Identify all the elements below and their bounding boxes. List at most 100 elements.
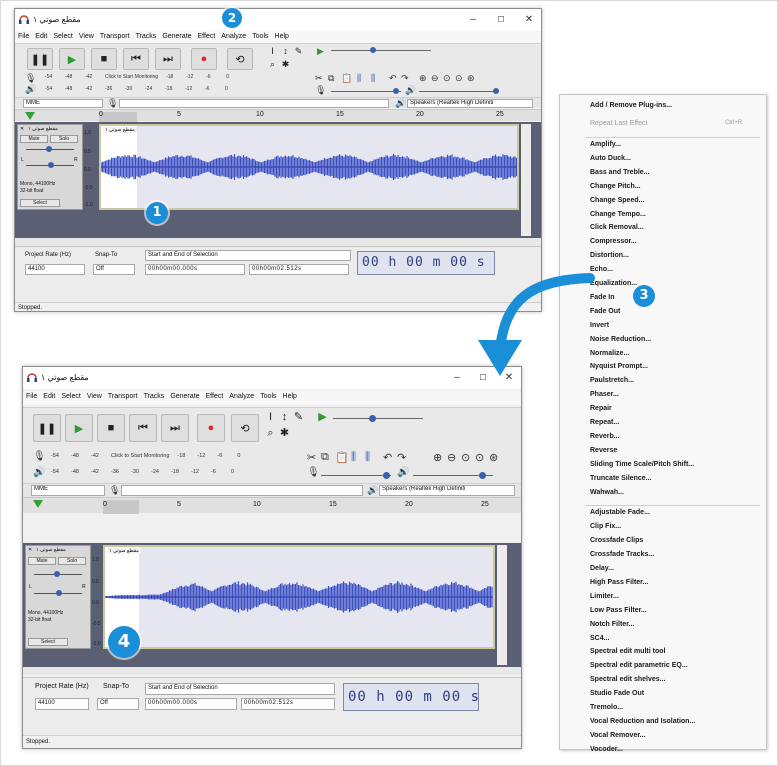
menu-edit[interactable]: Edit	[32, 31, 50, 43]
effect-menu-item[interactable]: Studio Fade Out	[590, 690, 644, 697]
play-at-speed-icon[interactable]: ▶	[317, 412, 328, 423]
redo-icon[interactable]: ↷	[401, 73, 409, 84]
selection-tool-icon[interactable]: I	[267, 46, 278, 57]
play-button[interactable]: ▶	[59, 48, 85, 70]
effect-menu-item[interactable]: Spectral edit parametric EQ...	[590, 662, 688, 669]
gain-thumb[interactable]	[46, 146, 52, 152]
mute-button[interactable]: Mute	[28, 557, 56, 565]
pause-button[interactable]: ❚❚	[27, 48, 53, 70]
effect-menu-item[interactable]: Bass and Treble...	[590, 169, 650, 176]
pan-thumb[interactable]	[48, 162, 54, 168]
menu-effect[interactable]: Effect	[203, 391, 227, 403]
effect-menu-item[interactable]: SC4...	[590, 635, 609, 642]
fit-selection-icon[interactable]: ⊙	[461, 451, 470, 464]
solo-button[interactable]: Solo	[50, 135, 78, 143]
silence-icon[interactable]: ⫼	[365, 451, 370, 464]
menu-tools[interactable]: Tools	[249, 31, 271, 43]
play-button[interactable]: ▶	[65, 414, 93, 442]
menu-tools[interactable]: Tools	[257, 391, 279, 403]
effect-menu-item[interactable]: Vocal Reduction and Isolation...	[590, 718, 695, 725]
effect-menu-item[interactable]: Tremolo...	[590, 704, 623, 711]
menu-tracks[interactable]: Tracks	[141, 391, 168, 403]
redo-icon[interactable]: ↷	[397, 451, 406, 464]
track-select-button[interactable]: Select	[20, 199, 60, 207]
project-rate-select[interactable]: 44100	[35, 698, 89, 710]
effect-menu-item[interactable]: Normalize...	[590, 350, 629, 357]
track-select-button[interactable]: Select	[28, 638, 68, 646]
timeline-ruler[interactable]: 0 5 10 15 20 25	[23, 497, 521, 514]
effect-menu-item[interactable]: Vocal Remover...	[590, 732, 646, 739]
input-device-select[interactable]	[119, 99, 389, 108]
skip-end-button[interactable]: ⏭	[155, 48, 181, 70]
zoom-in-icon[interactable]: ⊕	[433, 451, 442, 464]
effect-menu-item[interactable]: Auto Duck...	[590, 155, 631, 162]
zoom-tool-icon[interactable]: ⌕	[265, 428, 276, 439]
effect-menu-item[interactable]: Clip Fix...	[590, 523, 621, 530]
output-device-select[interactable]: Speakers (Realtek High Definiti	[407, 99, 533, 108]
audio-position-display[interactable]: 00 h 00 m 00 s	[357, 251, 495, 275]
zoom-out-icon[interactable]: ⊖	[431, 73, 439, 84]
effect-menu-item[interactable]: Fade Out	[590, 308, 620, 315]
skip-start-button[interactable]: ⏮	[123, 48, 149, 70]
menu-file[interactable]: File	[15, 31, 32, 43]
gain-thumb[interactable]	[54, 571, 60, 577]
track-name[interactable]: مقطع صوتي ١	[28, 126, 58, 132]
menu-tracks[interactable]: Tracks	[133, 31, 160, 43]
copy-icon[interactable]: ⧉	[328, 73, 334, 84]
selection-start-time[interactable]: 00h00m00.000s	[145, 264, 245, 275]
play-at-speed-icon[interactable]: ▶	[315, 46, 326, 57]
envelope-tool-icon[interactable]: ↕	[279, 412, 290, 423]
effect-menu-item[interactable]: Vocoder...	[590, 746, 623, 753]
close-button[interactable]: ✕	[517, 13, 541, 27]
trim-icon[interactable]: ⫼	[351, 451, 356, 464]
minimize-button[interactable]: –	[445, 371, 469, 385]
menu-help[interactable]: Help	[280, 391, 300, 403]
effect-menu-item[interactable]: Crossfade Clips	[590, 537, 643, 544]
copy-icon[interactable]: ⧉	[321, 451, 329, 464]
zoom-tool-icon[interactable]: ⌕	[267, 59, 278, 70]
effect-menu-item[interactable]: Reverse	[590, 447, 617, 454]
menu-edit[interactable]: Edit	[40, 391, 58, 403]
multi-tool-icon[interactable]: ✱	[279, 428, 290, 439]
fit-project-icon[interactable]: ⊙	[455, 73, 463, 84]
recording-volume-thumb[interactable]	[383, 472, 390, 479]
track-name[interactable]: مقطع صوتي ١	[36, 547, 66, 553]
menu-transport[interactable]: Transport	[97, 31, 133, 43]
effect-menu-item[interactable]: Notch Filter...	[590, 621, 634, 628]
trim-icon[interactable]: ⫼	[357, 73, 361, 84]
recording-volume-slider[interactable]	[331, 91, 401, 92]
effect-menu-item[interactable]: Delay...	[590, 565, 614, 572]
cut-icon[interactable]: ✂	[315, 73, 323, 84]
undo-icon[interactable]: ↶	[383, 451, 392, 464]
menu-help[interactable]: Help	[272, 31, 292, 43]
zoom-in-icon[interactable]: ⊕	[419, 73, 427, 84]
effect-menu-item[interactable]: Add / Remove Plug-ins...	[590, 102, 672, 109]
multi-tool-icon[interactable]: ✱	[280, 59, 291, 70]
close-button[interactable]: ✕	[497, 371, 521, 385]
track-close-icon[interactable]: ✕	[20, 126, 24, 132]
effect-menu-item[interactable]: Invert	[590, 322, 609, 329]
effect-menu-item[interactable]: Truncate Silence...	[590, 475, 651, 482]
effect-menu-item[interactable]: Nyquist Prompt...	[590, 363, 648, 370]
audio-host-select[interactable]: MME	[23, 99, 103, 108]
selection-mode-select[interactable]: Start and End of Selection	[145, 683, 335, 695]
skip-start-button[interactable]: ⏮	[129, 414, 157, 442]
envelope-tool-icon[interactable]: ↕	[280, 46, 291, 57]
effect-menu-item[interactable]: Paulstretch...	[590, 377, 634, 384]
selection-mode-select[interactable]: Start and End of Selection	[145, 250, 351, 261]
menu-transport[interactable]: Transport	[105, 391, 141, 403]
record-button[interactable]: ●	[191, 48, 217, 70]
recording-volume-thumb[interactable]	[393, 88, 399, 94]
selection-start-time[interactable]: 00h00m00.000s	[145, 698, 237, 710]
fit-selection-icon[interactable]: ⊙	[443, 73, 451, 84]
menu-view[interactable]: View	[84, 391, 105, 403]
record-meter[interactable]: -54 -48 -42 Click to Start Monitoring -18 -12…	[45, 74, 246, 84]
effect-menu-item[interactable]: Click Removal...	[590, 224, 644, 231]
selection-tool-icon[interactable]: I	[265, 412, 276, 423]
waveform-clip[interactable]: مقطع صوتي ١	[99, 124, 519, 210]
effect-menu-item[interactable]: Adjustable Fade...	[590, 509, 650, 516]
effect-menu-item[interactable]: Change Tempo...	[590, 211, 646, 218]
effect-menu-item[interactable]: Phaser...	[590, 391, 619, 398]
vertical-scrollbar[interactable]	[497, 545, 507, 665]
undo-icon[interactable]: ↶	[389, 73, 397, 84]
